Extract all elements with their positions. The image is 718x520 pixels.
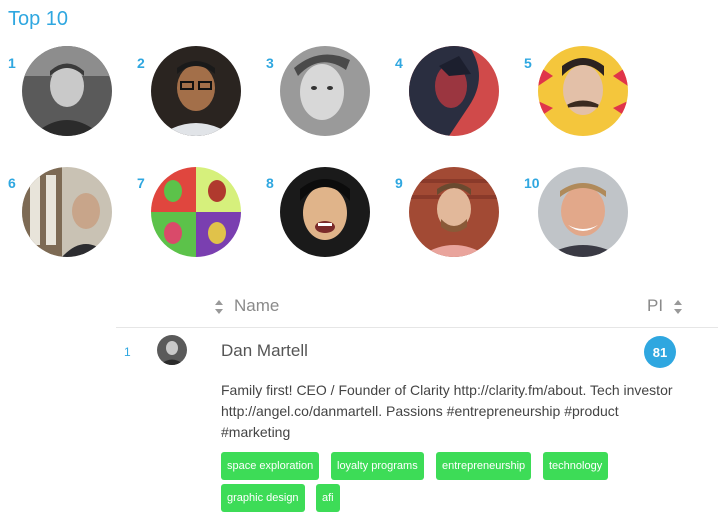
column-header-pi[interactable]: PI [647, 296, 663, 316]
avatar-7[interactable] [151, 167, 241, 257]
rank-number: 2 [137, 55, 145, 71]
avatar-10[interactable] [538, 167, 628, 257]
rank-number: 8 [266, 175, 274, 191]
rank-number: 4 [395, 55, 403, 71]
avatar-8[interactable] [280, 167, 370, 257]
column-header-name[interactable]: Name [234, 296, 279, 316]
tag[interactable]: space exploration [221, 452, 320, 480]
row-name[interactable]: Dan Martell [221, 341, 308, 361]
avatar-4[interactable] [409, 46, 499, 136]
rank-number: 6 [8, 175, 16, 191]
tag[interactable]: afi [316, 484, 340, 512]
row-rank: 1 [124, 345, 131, 359]
sort-pi-icon[interactable] [673, 299, 683, 315]
tag[interactable]: loyalty programs [331, 452, 424, 480]
rank-number: 5 [524, 55, 532, 71]
avatar-5[interactable] [538, 46, 628, 136]
tag[interactable]: entrepreneurship [436, 452, 532, 480]
sort-name-icon[interactable] [214, 299, 224, 315]
tag[interactable]: graphic design [221, 484, 305, 512]
rank-number: 1 [8, 55, 16, 71]
page-title: Top 10 [8, 8, 69, 30]
avatar-9[interactable] [409, 167, 499, 257]
avatar-3[interactable] [280, 46, 370, 136]
rank-number: 7 [137, 175, 145, 191]
row-avatar[interactable] [157, 335, 187, 365]
tag[interactable]: technology [543, 452, 609, 480]
rank-number: 3 [266, 55, 274, 71]
pi-badge: 81 [644, 336, 676, 368]
divider [116, 327, 718, 328]
avatar-2[interactable] [151, 46, 241, 136]
avatar-1[interactable] [22, 46, 112, 136]
rank-number: 10 [524, 175, 540, 191]
avatar-6[interactable] [22, 167, 112, 257]
row-bio: Family first! CEO / Founder of Clarity h… [221, 382, 673, 440]
rank-number: 9 [395, 175, 403, 191]
